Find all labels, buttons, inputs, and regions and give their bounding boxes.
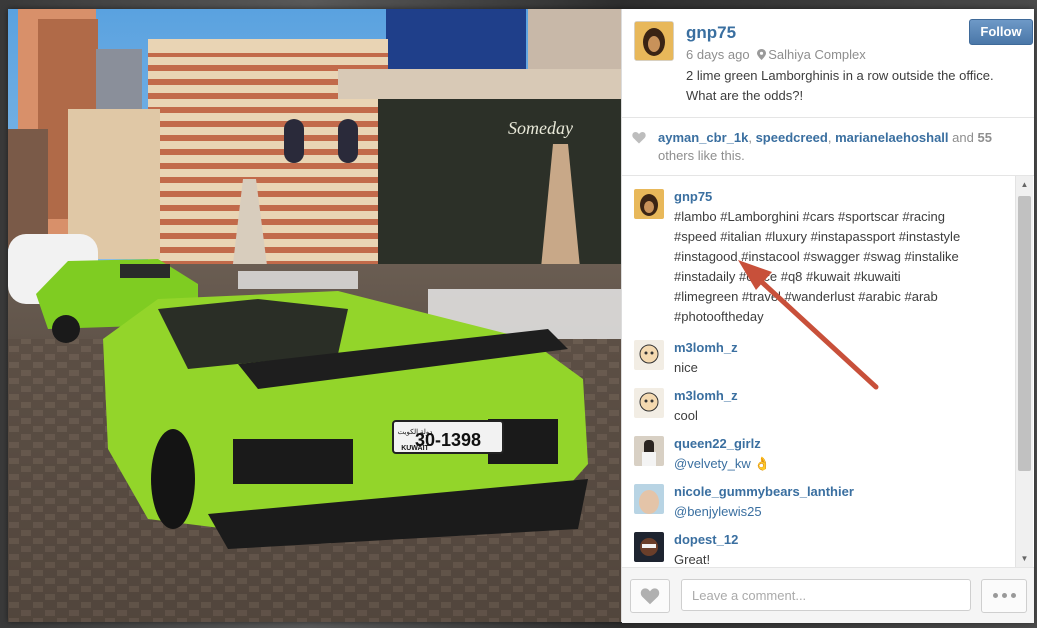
comments-scrollbar[interactable]: ▲ ▼ xyxy=(1015,176,1033,567)
comment-line: #instadaily #office #q8 #kuwait #kuwaiti xyxy=(674,269,901,284)
more-options-button[interactable] xyxy=(981,579,1027,613)
commenter-avatar-image xyxy=(634,436,664,466)
comment-item: m3lomh_z nice xyxy=(622,340,1014,384)
comment-item: gnp75 #lambo #Lamborghini #cars #sportsc… xyxy=(622,189,1014,339)
comment-text[interactable]: @velvety_kw 👌 xyxy=(674,454,1004,474)
heart-icon xyxy=(640,588,660,605)
comment-item: nicole_gummybears_lanthier @benjylewis25 xyxy=(622,484,1014,528)
commenter-avatar[interactable] xyxy=(634,532,664,562)
author-username[interactable]: gnp75 xyxy=(686,23,736,43)
comment-item: m3lomh_z cool xyxy=(622,388,1014,432)
commenter-avatar[interactable] xyxy=(634,340,664,370)
author-avatar[interactable] xyxy=(634,21,674,61)
map-pin-icon xyxy=(757,49,767,60)
commenter-avatar-image xyxy=(634,189,664,219)
likes-section: ayman_cbr_1k, speedcreed, marianelaehosh… xyxy=(622,117,1034,176)
scroll-up-icon[interactable]: ▲ xyxy=(1016,176,1033,193)
comment-line: #speed #italian #luxury #instapassport #… xyxy=(674,229,961,244)
commenter-username[interactable]: dopest_12 xyxy=(674,532,738,547)
post-photo: Someday 30-1398 دولة الكويت KUWAIT xyxy=(8,9,621,622)
author-avatar-image xyxy=(635,22,673,60)
like-button[interactable] xyxy=(630,579,670,613)
comment-text: nice xyxy=(674,360,698,375)
comment-line: #photooftheday xyxy=(674,309,764,324)
commenter-avatar[interactable] xyxy=(634,484,664,514)
ellipsis-icon xyxy=(1001,593,1007,598)
comment-text[interactable]: @benjylewis25 xyxy=(674,502,1004,522)
post-details-panel: gnp75 6 days ago Salhiya Complex 2 lime … xyxy=(621,9,1034,623)
scrollbar-thumb[interactable] xyxy=(1018,196,1031,471)
liker-link[interactable]: speedcreed xyxy=(756,130,828,145)
commenter-avatar[interactable] xyxy=(634,388,664,418)
commenter-avatar[interactable] xyxy=(634,436,664,466)
comment-text: cool xyxy=(674,408,698,423)
post-meta: 6 days ago Salhiya Complex xyxy=(686,47,866,62)
scroll-down-icon[interactable]: ▼ xyxy=(1016,550,1033,567)
likes-text: ayman_cbr_1k, speedcreed, marianelaehosh… xyxy=(658,130,992,163)
comment-line: #instagood #instacool #swagger #swag #in… xyxy=(674,249,959,264)
commenter-avatar[interactable] xyxy=(634,189,664,219)
ellipsis-icon xyxy=(1010,593,1016,598)
commenter-username[interactable]: m3lomh_z xyxy=(674,388,738,403)
comment-text: Great! xyxy=(674,552,711,567)
ellipsis-icon xyxy=(992,593,998,598)
comment-item: queen22_girlz @velvety_kw 👌 xyxy=(622,436,1014,480)
commenter-avatar-image xyxy=(634,532,664,562)
commenter-avatar-image xyxy=(634,388,664,418)
comments-list: gnp75 #lambo #Lamborghini #cars #sportsc… xyxy=(622,176,1014,567)
post-photo-illustration: Someday 30-1398 دولة الكويت KUWAIT xyxy=(8,9,621,622)
likes-and-word: and xyxy=(952,130,974,145)
plate-arabic-text: دولة الكويت xyxy=(398,428,433,436)
post-header: gnp75 6 days ago Salhiya Complex 2 lime … xyxy=(622,9,1034,118)
comment-item: dopest_12 Great! xyxy=(622,532,1014,567)
heart-icon xyxy=(632,132,646,144)
comment-input[interactable] xyxy=(681,579,971,611)
follow-button[interactable]: Follow xyxy=(969,19,1033,45)
post-location[interactable]: Salhiya Complex xyxy=(768,47,866,62)
commenter-username[interactable]: m3lomh_z xyxy=(674,340,738,355)
comment-line: #lambo #Lamborghini #cars #sportscar #ra… xyxy=(674,209,945,224)
post-time[interactable]: 6 days ago xyxy=(686,47,750,62)
commenter-avatar-image xyxy=(634,340,664,370)
post-caption: 2 lime green Lamborghinis in a row outsi… xyxy=(686,68,994,103)
commenter-username[interactable]: nicole_gummybears_lanthier xyxy=(674,484,854,499)
liker-link[interactable]: marianelaehoshall xyxy=(835,130,948,145)
commenter-username[interactable]: queen22_girlz xyxy=(674,436,761,451)
likes-others-count[interactable]: 55 xyxy=(977,130,991,145)
comment-text: #lambo #Lamborghini #cars #sportscar #ra… xyxy=(674,207,1004,327)
store-sign-text: Someday xyxy=(508,118,573,138)
commenter-username[interactable]: gnp75 xyxy=(674,189,712,204)
commenter-avatar-image xyxy=(634,484,664,514)
comment-line: #limegreen #travel #wanderlust #arabic #… xyxy=(674,289,938,304)
photo-modal: Someday 30-1398 دولة الكويت KUWAIT gnp75… xyxy=(8,9,1034,623)
plate-country-text: KUWAIT xyxy=(401,445,429,452)
comment-footer xyxy=(622,567,1034,623)
likes-others-text: others like this. xyxy=(658,148,745,163)
liker-link[interactable]: ayman_cbr_1k xyxy=(658,130,748,145)
